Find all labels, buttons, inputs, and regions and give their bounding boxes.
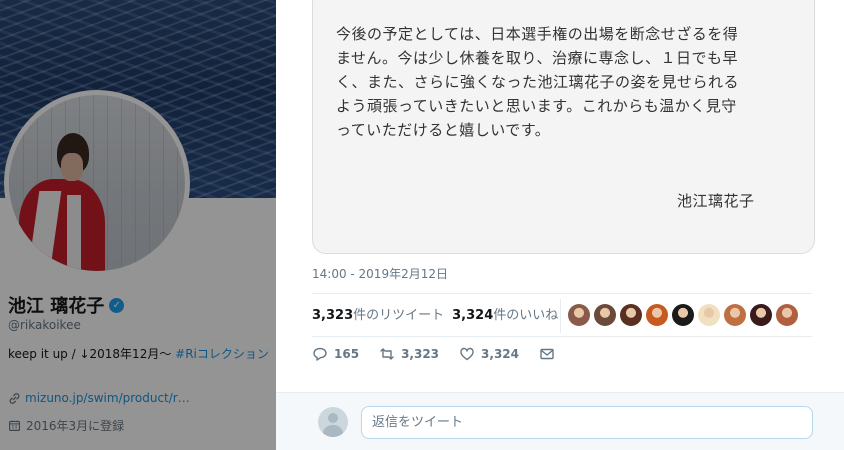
letter-signature: 池江璃花子 [677, 192, 755, 210]
liker-avatar[interactable] [568, 304, 590, 326]
divider [312, 293, 812, 294]
retweet-icon [380, 348, 394, 360]
bio-text: keep it up / ↓2018年12月〜 [8, 347, 176, 361]
liker-avatar[interactable] [698, 304, 720, 326]
tweet-stats: 3,323件のリツイート 3,324件のいいね [312, 304, 558, 323]
tweet-timestamp[interactable]: 14:00 - 2019年2月12日 [312, 265, 448, 282]
profile-sidebar: 池江 璃花子 ✓ @rikakoikee keep it up / ↓2018年… [0, 0, 276, 450]
like-stat[interactable]: 3,324件のいいね [452, 304, 558, 323]
liker-avatar[interactable] [672, 304, 694, 326]
reply-button[interactable]: 165 [312, 346, 359, 362]
heart-icon [460, 347, 474, 361]
profile-name-text[interactable]: 池江 璃花子 [8, 292, 104, 318]
profile-name[interactable]: 池江 璃花子 ✓ [8, 292, 125, 318]
letter-line: っていただけると嬉しいです。 [336, 121, 551, 139]
verified-badge-icon: ✓ [109, 297, 125, 313]
user-avatar [318, 407, 348, 437]
profile-bio: keep it up / ↓2018年12月〜 #Riコレクション [8, 346, 270, 363]
stats-separator [560, 299, 561, 333]
letter-line: ません。今は少し休養を取り、治療に専念し、１日でも早 [336, 49, 738, 67]
direct-message-button[interactable] [539, 346, 555, 362]
letter-line: く、また、さらに強くなった池江璃花子の姿を見せられる [336, 73, 740, 91]
bio-hashtag-link[interactable]: #Riコレクション [175, 347, 269, 361]
website-link-text[interactable]: mizuno.jp/swim/product/r… [25, 391, 190, 405]
like-count: 3,324 [481, 347, 519, 361]
letter-line: 今後の予定としては、日本選手権の出場を断念せざるを得 [336, 25, 739, 43]
letter-line: よう頑張っていきたいと思います。これからも温かく見守 [336, 97, 737, 115]
retweet-count: 3,323 [401, 347, 440, 361]
reply-icon [313, 347, 327, 361]
retweet-stat-label: 件のリツイート [353, 308, 445, 323]
liker-avatar[interactable] [724, 304, 746, 326]
divider [312, 336, 812, 337]
joined-text: 2016年3月に登録 [26, 419, 125, 433]
liker-avatars [568, 304, 798, 326]
like-stat-count: 3,324 [452, 308, 494, 323]
liker-avatar[interactable] [750, 304, 772, 326]
profile-website[interactable]: mizuno.jp/swim/product/r… [8, 391, 190, 405]
mail-icon [540, 348, 554, 360]
reply-count: 165 [334, 347, 360, 361]
profile-handle[interactable]: @rikakoikee [8, 318, 81, 332]
profile-avatar[interactable] [4, 90, 190, 276]
profile-joined: 2016年3月に登録 [8, 417, 124, 434]
retweet-stat[interactable]: 3,323件のリツイート [312, 304, 444, 323]
like-stat-label: 件のいいね [493, 308, 559, 323]
tweet-actions: 165 3,323 3,324 [312, 346, 575, 362]
reply-input[interactable]: 返信をツイート [361, 406, 813, 439]
retweet-button[interactable]: 3,323 [379, 346, 439, 362]
letter-text: 今後の予定としては、日本選手権の出場を断念せざるを得 ません。今は少し休養を取り… [336, 22, 806, 142]
liker-avatar[interactable] [646, 304, 668, 326]
retweet-stat-count: 3,323 [312, 308, 354, 323]
liker-avatar[interactable] [620, 304, 642, 326]
calendar-icon [9, 420, 20, 431]
liker-avatar[interactable] [776, 304, 798, 326]
link-icon [9, 392, 20, 404]
like-button[interactable]: 3,324 [459, 346, 519, 362]
liker-avatar[interactable] [594, 304, 616, 326]
